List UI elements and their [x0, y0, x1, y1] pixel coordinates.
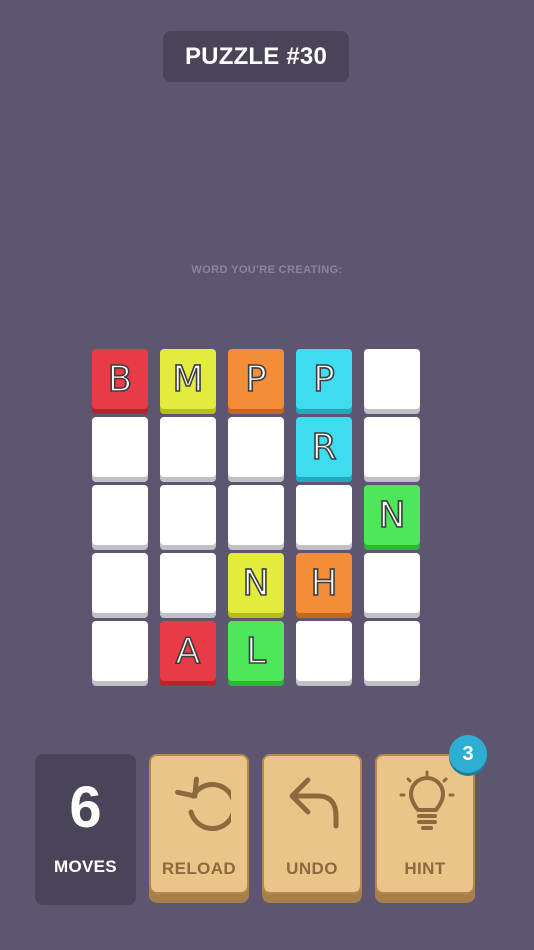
letter-tile[interactable]: H — [296, 553, 352, 613]
empty-tile[interactable] — [364, 349, 420, 409]
moves-count: 6 — [69, 775, 102, 840]
reload-button[interactable]: RELOAD — [149, 754, 249, 894]
lightbulb-icon — [399, 770, 455, 830]
letter-grid: BMPPRNNHAL — [92, 349, 420, 685]
letter-tile[interactable]: B — [92, 349, 148, 409]
undo-arrow-icon — [289, 777, 339, 829]
hint-label: HINT — [404, 859, 446, 878]
empty-tile[interactable] — [92, 485, 148, 545]
empty-tile[interactable] — [228, 417, 284, 477]
letter-tile[interactable]: L — [228, 621, 284, 681]
moves-label: MOVES — [54, 857, 117, 876]
empty-tile[interactable] — [296, 485, 352, 545]
letter-tile[interactable]: P — [296, 349, 352, 409]
undo-button[interactable]: UNDO — [262, 754, 362, 894]
empty-tile[interactable] — [92, 417, 148, 477]
empty-tile[interactable] — [160, 417, 216, 477]
word-label: WORD YOU'RE CREATING: — [191, 264, 343, 276]
empty-tile[interactable] — [160, 485, 216, 545]
empty-tile[interactable] — [228, 485, 284, 545]
letter-tile[interactable]: N — [364, 485, 420, 545]
empty-tile[interactable] — [364, 417, 420, 477]
empty-tile[interactable] — [364, 553, 420, 613]
letter-tile[interactable]: M — [160, 349, 216, 409]
hint-count-badge: 3 — [449, 735, 487, 773]
empty-tile[interactable] — [160, 553, 216, 613]
empty-tile[interactable] — [92, 621, 148, 681]
reload-icon — [175, 776, 231, 831]
letter-tile[interactable]: R — [296, 417, 352, 477]
letter-tile[interactable]: P — [228, 349, 284, 409]
letter-tile[interactable]: N — [228, 553, 284, 613]
undo-label: UNDO — [286, 859, 338, 878]
hint-button[interactable]: HINT — [375, 754, 475, 894]
letter-tile[interactable]: A — [160, 621, 216, 681]
empty-tile[interactable] — [364, 621, 420, 681]
reload-label: RELOAD — [161, 859, 237, 878]
moves-counter: 6 MOVES — [35, 754, 136, 905]
empty-tile[interactable] — [92, 553, 148, 613]
empty-tile[interactable] — [296, 621, 352, 681]
puzzle-title: PUZZLE #30 — [163, 31, 349, 82]
